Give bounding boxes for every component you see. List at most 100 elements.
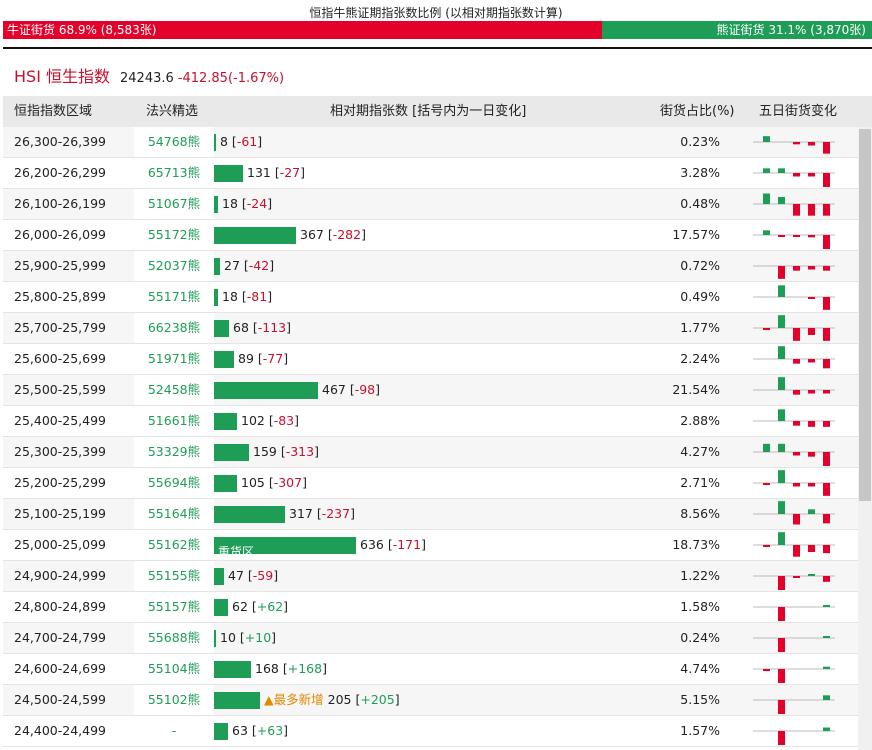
sparkbar-day-3 bbox=[793, 328, 800, 341]
daily-change: -59 bbox=[252, 568, 274, 583]
header-pick: 法兴精选 bbox=[146, 104, 199, 119]
five-day-sparkbars bbox=[753, 727, 835, 745]
sparkbar-day-3 bbox=[793, 545, 800, 557]
warrant-code-link[interactable]: 55162熊 bbox=[134, 530, 214, 560]
warrant-code-link[interactable]: 55688熊 bbox=[134, 623, 214, 653]
five-day-sparkbars bbox=[753, 193, 835, 216]
warrant-code-link[interactable]: 65713熊 bbox=[134, 158, 214, 188]
sparkbar-day-5 bbox=[823, 266, 830, 271]
five-day-change bbox=[751, 251, 858, 281]
scrollbar[interactable] bbox=[858, 127, 872, 750]
five-day-change bbox=[751, 344, 858, 374]
daily-change: -171 bbox=[392, 537, 422, 552]
share-percent: 0.49% bbox=[680, 289, 720, 304]
warrant-code-link[interactable]: 55155熊 bbox=[134, 561, 214, 591]
five-day-sparkbars bbox=[753, 501, 835, 525]
five-day-change bbox=[751, 220, 858, 250]
warrant-code-link[interactable]: 51971熊 bbox=[134, 344, 214, 374]
contracts-bar bbox=[214, 351, 234, 368]
table-row: 25,300-25,399 53329熊 159 [-313] 4.27% bbox=[3, 437, 858, 468]
contracts-count: 63 bbox=[232, 723, 248, 738]
contracts-value: 636 [-171] bbox=[360, 537, 426, 552]
sparkbar-day-1 bbox=[763, 136, 770, 142]
sparkbar-day-4 bbox=[808, 142, 815, 146]
share-percent: 0.72% bbox=[680, 258, 720, 273]
sparkbar-day-2 bbox=[778, 607, 785, 621]
sparkbar-day-4 bbox=[808, 297, 815, 299]
share-percent: 4.27% bbox=[680, 444, 720, 459]
contracts-value: 47 [-59] bbox=[228, 568, 279, 583]
contracts-bar bbox=[214, 444, 249, 461]
warrant-code-link[interactable]: 52037熊 bbox=[134, 251, 214, 281]
five-day-sparkbars bbox=[753, 470, 835, 496]
contracts-count: 159 bbox=[253, 444, 277, 459]
share-percent: 18.73% bbox=[672, 537, 720, 552]
range-cell: 24,900-24,999 bbox=[14, 568, 106, 583]
scrollbar-thumb[interactable] bbox=[859, 129, 871, 501]
index-price: 24243.6 bbox=[120, 71, 174, 86]
sparkbar-day-5 bbox=[823, 576, 830, 582]
contracts-bar bbox=[214, 196, 218, 213]
warrant-code-link[interactable]: 55694熊 bbox=[134, 468, 214, 498]
five-day-sparkbars bbox=[753, 230, 835, 249]
sparkbar-day-5 bbox=[823, 605, 830, 607]
index-name[interactable]: HSI 恒生指数 bbox=[14, 63, 110, 87]
five-day-change bbox=[751, 623, 858, 653]
warrant-code-link[interactable]: 52458熊 bbox=[134, 375, 214, 405]
sparkbar-day-4 bbox=[808, 235, 815, 238]
contracts-count: 68 bbox=[233, 320, 249, 335]
contracts-count: 10 bbox=[220, 630, 236, 645]
contracts-value: 467 [-98] bbox=[322, 382, 381, 397]
warrant-code-link[interactable]: 55102熊 bbox=[134, 685, 214, 715]
share-percent: 4.74% bbox=[680, 661, 720, 676]
table-row: 26,000-26,099 55172熊 367 [-282] 17.57% bbox=[3, 220, 858, 251]
contracts-cell: ▲最多新增 205 [+205] bbox=[214, 685, 654, 715]
daily-change: -237 bbox=[321, 506, 351, 521]
sparkbar-day-3 bbox=[793, 576, 800, 578]
header-contracts: 相对期指张数 [括号内为一日变化] bbox=[330, 104, 527, 119]
daily-change: +63 bbox=[256, 723, 284, 738]
contracts-count: 317 bbox=[289, 506, 313, 521]
warrant-code-link[interactable]: 66238熊 bbox=[134, 313, 214, 343]
warrant-code-link[interactable]: 55164熊 bbox=[134, 499, 214, 529]
contracts-cell: 10 [+10] bbox=[214, 623, 654, 653]
warrant-code-link[interactable]: 55157熊 bbox=[134, 592, 214, 622]
five-day-sparkbars bbox=[753, 346, 835, 369]
range-cell: 25,300-25,399 bbox=[14, 444, 106, 459]
warrant-code-link[interactable]: 54768熊 bbox=[134, 127, 214, 157]
share-percent: 2.24% bbox=[680, 351, 720, 366]
contracts-bar bbox=[214, 723, 228, 740]
range-cell: 25,000-25,099 bbox=[14, 537, 106, 552]
contracts-cell: 27 [-42] bbox=[214, 251, 654, 281]
contracts-bar bbox=[214, 258, 220, 275]
range-cell: 25,200-25,299 bbox=[14, 475, 106, 490]
contracts-cell: 重货区 636 [-171] bbox=[214, 530, 654, 560]
table-row: 26,100-26,199 51067熊 18 [-24] 0.48% bbox=[3, 189, 858, 220]
contracts-value: 8 [-61] bbox=[220, 134, 263, 149]
warrant-code-link[interactable]: 53329熊 bbox=[134, 437, 214, 467]
range-cell: 25,800-25,899 bbox=[14, 289, 106, 304]
sparkbar-day-2 bbox=[778, 731, 785, 745]
warrant-code-link[interactable]: 51661熊 bbox=[134, 406, 214, 436]
five-day-change bbox=[751, 592, 858, 622]
warrant-code-link[interactable]: 55171熊 bbox=[134, 282, 214, 312]
contracts-cell: 47 [-59] bbox=[214, 561, 654, 591]
contracts-value: 62 [+62] bbox=[232, 599, 289, 614]
five-day-sparkbars bbox=[753, 636, 835, 652]
five-day-sparkbars bbox=[753, 409, 835, 427]
five-day-sparkbars bbox=[753, 443, 835, 466]
sparkbar-day-2 bbox=[778, 197, 785, 204]
sparkbar-day-2 bbox=[778, 576, 785, 590]
sparkbar-day-2 bbox=[778, 409, 785, 421]
table-row: 26,200-26,299 65713熊 131 [-27] 3.28% bbox=[3, 158, 858, 189]
warrant-code-link[interactable]: 55172熊 bbox=[134, 220, 214, 250]
warrant-code-link[interactable]: 55104熊 bbox=[134, 654, 214, 684]
contracts-cell: 131 [-27] bbox=[214, 158, 654, 188]
daily-change: -307 bbox=[273, 475, 303, 490]
contracts-count: 89 bbox=[238, 351, 254, 366]
sparkbar-day-1 bbox=[763, 193, 770, 204]
sparkbar-day-4 bbox=[808, 421, 815, 427]
warrant-code-link[interactable]: 51067熊 bbox=[134, 189, 214, 219]
five-day-change bbox=[751, 282, 858, 312]
share-percent: 2.71% bbox=[680, 475, 720, 490]
